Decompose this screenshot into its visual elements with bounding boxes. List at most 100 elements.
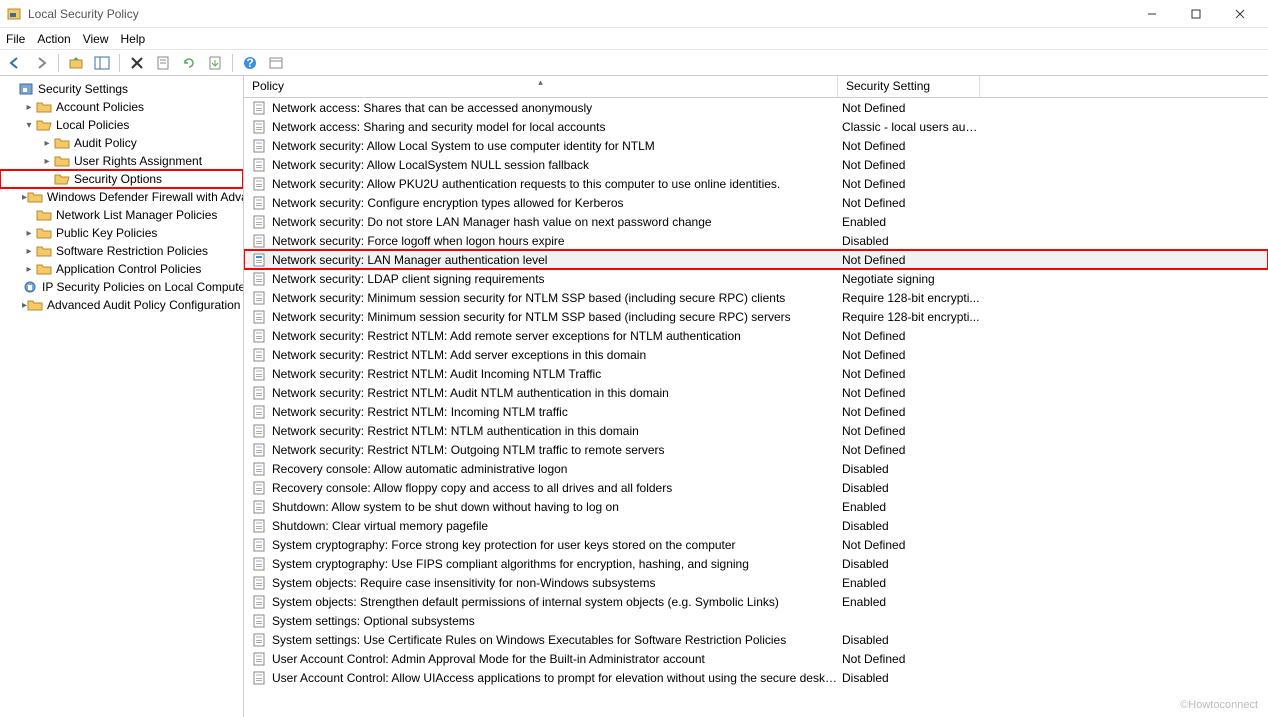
expander-icon[interactable]: ▸ [40,138,54,149]
policy-setting: Not Defined [838,177,980,191]
expander-icon[interactable]: ▸ [22,228,36,239]
policy-icon [252,233,268,249]
tree-node[interactable]: Network List Manager Policies [0,206,243,224]
back-button[interactable] [4,52,26,74]
tree-node[interactable]: IP Security Policies on Local Computer [0,278,243,296]
policy-icon [252,328,268,344]
tree-node[interactable]: ▸ Audit Policy [0,134,243,152]
policy-row[interactable]: Network security: Restrict NTLM: Incomin… [244,402,1268,421]
policy-row[interactable]: Network security: Allow PKU2U authentica… [244,174,1268,193]
menu-action[interactable]: Action [37,32,70,46]
policy-row[interactable]: System cryptography: Use FIPS compliant … [244,554,1268,573]
policy-name: Network security: Force logoff when logo… [272,234,838,248]
folder-icon [36,207,52,223]
expander-icon[interactable]: ▸ [22,246,36,257]
policy-row[interactable]: Network security: Allow LocalSystem NULL… [244,155,1268,174]
toolbar-separator [119,54,120,72]
policy-icon [252,195,268,211]
menu-help[interactable]: Help [121,32,146,46]
column-header-policy[interactable]: Policy ▴ [244,76,838,97]
policy-row[interactable]: System settings: Optional subsystems [244,611,1268,630]
help-button[interactable]: ? [239,52,261,74]
policy-icon [252,556,268,572]
policy-row[interactable]: Recovery console: Allow automatic admini… [244,459,1268,478]
tree-node[interactable]: ▸Public Key Policies [0,224,243,242]
policy-setting: Not Defined [838,424,980,438]
tree-node[interactable]: ▸Application Control Policies [0,260,243,278]
export-button[interactable] [204,52,226,74]
expander-icon[interactable]: ▾ [22,120,36,131]
policy-row[interactable]: Network security: Minimum session securi… [244,307,1268,326]
tree-node[interactable]: ▾Local Policies [0,116,243,134]
policy-row[interactable]: Network security: Restrict NTLM: Outgoin… [244,440,1268,459]
tree-node[interactable]: ▸Advanced Audit Policy Configuration [0,296,243,314]
policy-setting: Classic - local users auth... [838,120,980,134]
policy-icon [252,347,268,363]
policy-row[interactable]: Network security: Force logoff when logo… [244,231,1268,250]
column-header-setting[interactable]: Security Setting [838,76,980,97]
minimize-button[interactable] [1130,0,1174,28]
watermark: ©Howtoconnect [1180,699,1258,711]
policy-row[interactable]: Network security: Restrict NTLM: Audit I… [244,364,1268,383]
manage-button[interactable] [265,52,287,74]
policy-row[interactable]: Network security: LAN Manager authentica… [244,250,1268,269]
policy-row[interactable]: Network security: Restrict NTLM: Audit N… [244,383,1268,402]
menu-file[interactable]: File [6,32,25,46]
policy-name: Network security: Restrict NTLM: NTLM au… [272,424,838,438]
maximize-button[interactable] [1174,0,1218,28]
tree-node[interactable]: Security Options [0,170,243,188]
policy-row[interactable]: Network security: LDAP client signing re… [244,269,1268,288]
policy-name: Network security: Allow PKU2U authentica… [272,177,838,191]
policy-icon [252,366,268,382]
policy-row[interactable]: Recovery console: Allow floppy copy and … [244,478,1268,497]
policy-row[interactable]: System settings: Use Certificate Rules o… [244,630,1268,649]
policy-row[interactable]: Network security: Allow Local System to … [244,136,1268,155]
folder-icon [54,135,70,151]
tree-node-label: Audit Policy [74,136,137,150]
navigation-tree[interactable]: Security Settings▸Account Policies▾Local… [0,76,244,717]
expander-icon[interactable]: ▸ [22,102,36,113]
forward-button[interactable] [30,52,52,74]
policy-icon [252,575,268,591]
policy-name: Network security: Configure encryption t… [272,196,838,210]
policy-row[interactable]: System cryptography: Force strong key pr… [244,535,1268,554]
policy-row[interactable]: System objects: Strengthen default permi… [244,592,1268,611]
refresh-button[interactable] [178,52,200,74]
policy-row[interactable]: Network security: Restrict NTLM: Add rem… [244,326,1268,345]
tree-node[interactable]: ▸Account Policies [0,98,243,116]
policy-row[interactable]: Network security: Minimum session securi… [244,288,1268,307]
folder-icon [54,171,70,187]
policy-row[interactable]: Network security: Do not store LAN Manag… [244,212,1268,231]
policy-row[interactable]: System objects: Require case insensitivi… [244,573,1268,592]
delete-button[interactable] [126,52,148,74]
policy-row[interactable]: Network access: Sharing and security mod… [244,117,1268,136]
policy-row[interactable]: Network access: Shares that can be acces… [244,98,1268,117]
close-button[interactable] [1218,0,1262,28]
policy-row[interactable]: User Account Control: Allow UIAccess app… [244,668,1268,687]
policy-name: Network security: Minimum session securi… [272,310,838,324]
properties-button[interactable] [152,52,174,74]
policy-name: System objects: Strengthen default permi… [272,595,838,609]
expander-icon[interactable]: ▸ [40,156,54,167]
tree-node[interactable]: ▸Software Restriction Policies [0,242,243,260]
policy-name: Network security: Minimum session securi… [272,291,838,305]
tree-node-label: Security Options [74,172,162,186]
tree-node[interactable]: ▸Windows Defender Firewall with Advanced… [0,188,243,206]
policy-name: Network security: LDAP client signing re… [272,272,838,286]
show-hide-tree-button[interactable] [91,52,113,74]
policy-row[interactable]: Network security: Restrict NTLM: Add ser… [244,345,1268,364]
policy-row[interactable]: Network security: Restrict NTLM: NTLM au… [244,421,1268,440]
policy-row[interactable]: Shutdown: Allow system to be shut down w… [244,497,1268,516]
policy-row[interactable]: Shutdown: Clear virtual memory pagefileD… [244,516,1268,535]
policy-list[interactable]: Policy ▴ Security Setting Network access… [244,76,1268,717]
policy-row[interactable]: Network security: Configure encryption t… [244,193,1268,212]
tree-node[interactable]: ▸User Rights Assignment [0,152,243,170]
policy-row[interactable]: User Account Control: Admin Approval Mod… [244,649,1268,668]
up-button[interactable] [65,52,87,74]
expander-icon[interactable]: ▸ [22,264,36,275]
folder-icon [22,279,38,295]
tree-node[interactable]: Security Settings [0,80,243,98]
app-icon [6,6,22,22]
policy-name: System settings: Optional subsystems [272,614,838,628]
menu-view[interactable]: View [83,32,109,46]
